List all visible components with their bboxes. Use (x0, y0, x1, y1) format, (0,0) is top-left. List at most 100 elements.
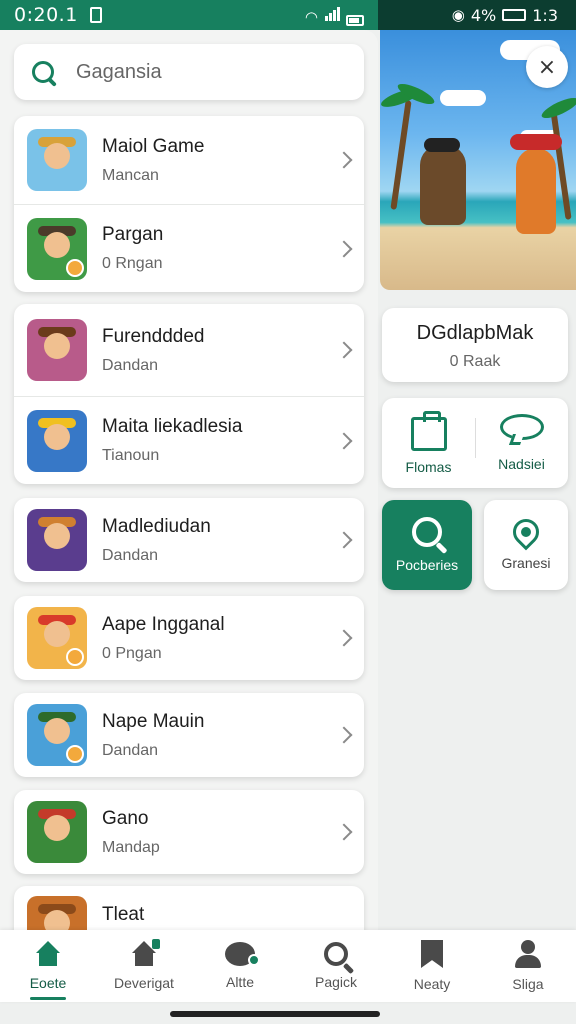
game-title: Aape Ingganal (102, 613, 225, 635)
action-label: Nadsiei (498, 456, 545, 472)
status-percent: 4% (470, 5, 497, 25)
game-thumbnail (27, 801, 87, 863)
search-bar[interactable] (14, 44, 364, 100)
list-item[interactable]: Nape Mauin Dandan (14, 693, 364, 777)
chevron-right-icon (335, 240, 353, 257)
favorite-badge-icon (66, 648, 84, 666)
home-icon (34, 941, 62, 967)
sim-icon (89, 7, 102, 23)
list-card-1: Maiol Game Mancan Pargan 0 Rngan (14, 116, 364, 292)
chat-bubble-icon (499, 414, 544, 440)
nav-item-neaty[interactable]: Neaty (384, 930, 480, 1002)
granesi-button[interactable]: Granesi (484, 500, 568, 590)
game-subtitle: Mandap (102, 838, 160, 856)
chevron-right-icon (335, 341, 353, 359)
status-bar-right: ◉ 4% 1:3 (378, 0, 576, 30)
list-card-6: Gano Mandap (14, 790, 364, 874)
favorite-badge-icon (66, 258, 84, 277)
chat-icon (225, 942, 260, 966)
house-badge-icon (130, 939, 160, 967)
close-icon: × (537, 54, 557, 80)
action-nadsiei-button[interactable]: Nadsiei (475, 398, 568, 488)
close-button[interactable]: × (526, 46, 568, 88)
featured-game-banner[interactable]: × (380, 30, 576, 290)
battery-wide-icon (502, 9, 527, 21)
list-item[interactable]: Aape Ingganal 0 Pngan (14, 596, 364, 680)
nav-label: Sliga (512, 976, 544, 992)
status-battery-text: 1:3 (532, 5, 558, 25)
nav-item-deverigat[interactable]: Deverigat (96, 930, 192, 1002)
nav-item-home[interactable]: Eoete (0, 930, 96, 1002)
game-title: Gano (102, 807, 149, 829)
game-title: Tleat (102, 904, 145, 925)
game-thumbnail (27, 129, 87, 191)
game-title: Nape Mauin (102, 710, 205, 732)
chevron-right-icon (335, 726, 353, 744)
quick-actions-card: Flomas Nadsiei (382, 398, 568, 488)
game-subtitle: Dandan (102, 356, 159, 374)
nav-item-sliga[interactable]: Sliga (480, 930, 576, 1002)
nav-label: Deverigat (114, 975, 174, 991)
chevron-right-icon (335, 629, 353, 647)
game-thumbnail (27, 217, 87, 280)
home-indicator[interactable] (170, 1011, 380, 1017)
chevron-right-icon (335, 823, 353, 841)
list-item[interactable]: Tleat (14, 886, 364, 930)
nav-item-altte[interactable]: Altte (192, 930, 288, 1002)
search-input[interactable] (76, 60, 336, 84)
game-subtitle: 0 Rngan (102, 255, 163, 272)
list-item[interactable]: Furenddded Dandan (14, 304, 364, 396)
list-card-2: Furenddded Dandan Maita liekadlesia Tian… (14, 304, 364, 484)
action-flomas-button[interactable]: Flomas (382, 398, 475, 488)
battery-icon (346, 15, 364, 26)
game-title: Maita liekadlesia (102, 416, 243, 437)
tile-label: Granesi (501, 555, 551, 571)
status-icons: ◠ (305, 4, 364, 26)
character-figure (420, 145, 466, 225)
game-list-panel: Maiol Game Mancan Pargan 0 Rngan Furendd… (0, 30, 378, 930)
favorite-badge-icon (66, 745, 84, 763)
bookmark-icon (421, 940, 443, 968)
nav-label: Pagick (314, 974, 358, 990)
list-card-5: Nape Mauin Dandan (14, 693, 364, 777)
game-subtitle: Dandan (102, 741, 159, 759)
chevron-right-icon (335, 432, 353, 449)
list-item[interactable]: Maiol Game Mancan (14, 116, 364, 204)
featured-title: DGdlapbMak (416, 322, 534, 344)
tile-label: Pocberies (395, 557, 459, 573)
bottom-navigation: Eoete Deverigat Altte Pagick Neaty Sliga (0, 930, 576, 1002)
nav-item-pagick[interactable]: Pagick (288, 930, 384, 1002)
game-thumbnail (27, 409, 87, 472)
list-item[interactable]: Madlediudan Dandan (14, 498, 364, 582)
list-card-7: Tleat (14, 886, 364, 930)
nav-label: Eoete (29, 975, 67, 991)
pocberies-button[interactable]: Pocberies (382, 500, 472, 590)
status-time: 0:20.1 (14, 4, 78, 26)
list-item[interactable]: Pargan 0 Rngan (14, 204, 364, 292)
game-title: Madlediudan (102, 515, 211, 537)
clipboard-icon (410, 411, 447, 451)
game-thumbnail (27, 607, 87, 669)
chevron-right-icon (335, 531, 353, 549)
list-card-4: Aape Ingganal 0 Pngan (14, 596, 364, 680)
game-subtitle: Mancan (102, 166, 159, 184)
wifi-icon: ◠ (304, 8, 318, 26)
action-label: Flomas (405, 459, 452, 475)
status-bar-left: 0:20.1 ◠ (0, 0, 378, 30)
list-item[interactable]: Gano Mandap (14, 790, 364, 874)
alarm-icon: ◉ (451, 6, 465, 24)
game-subtitle: Dandan (102, 546, 159, 564)
search-icon (324, 942, 348, 966)
featured-info-card[interactable]: DGdlapbMak 0 Raak (382, 308, 568, 382)
nav-label: Altte (225, 974, 254, 990)
game-subtitle: 0 Pngan (102, 644, 162, 662)
list-item[interactable]: Maita liekadlesia Tianoun (14, 396, 364, 484)
signal-icon (324, 4, 340, 26)
game-title: Furenddded (102, 325, 205, 347)
game-thumbnail (27, 509, 87, 571)
game-subtitle: Tianoun (102, 447, 160, 464)
person-icon (514, 940, 542, 968)
chevron-right-icon (335, 151, 353, 169)
character-figure (516, 148, 556, 234)
nav-label: Neaty (413, 976, 451, 992)
